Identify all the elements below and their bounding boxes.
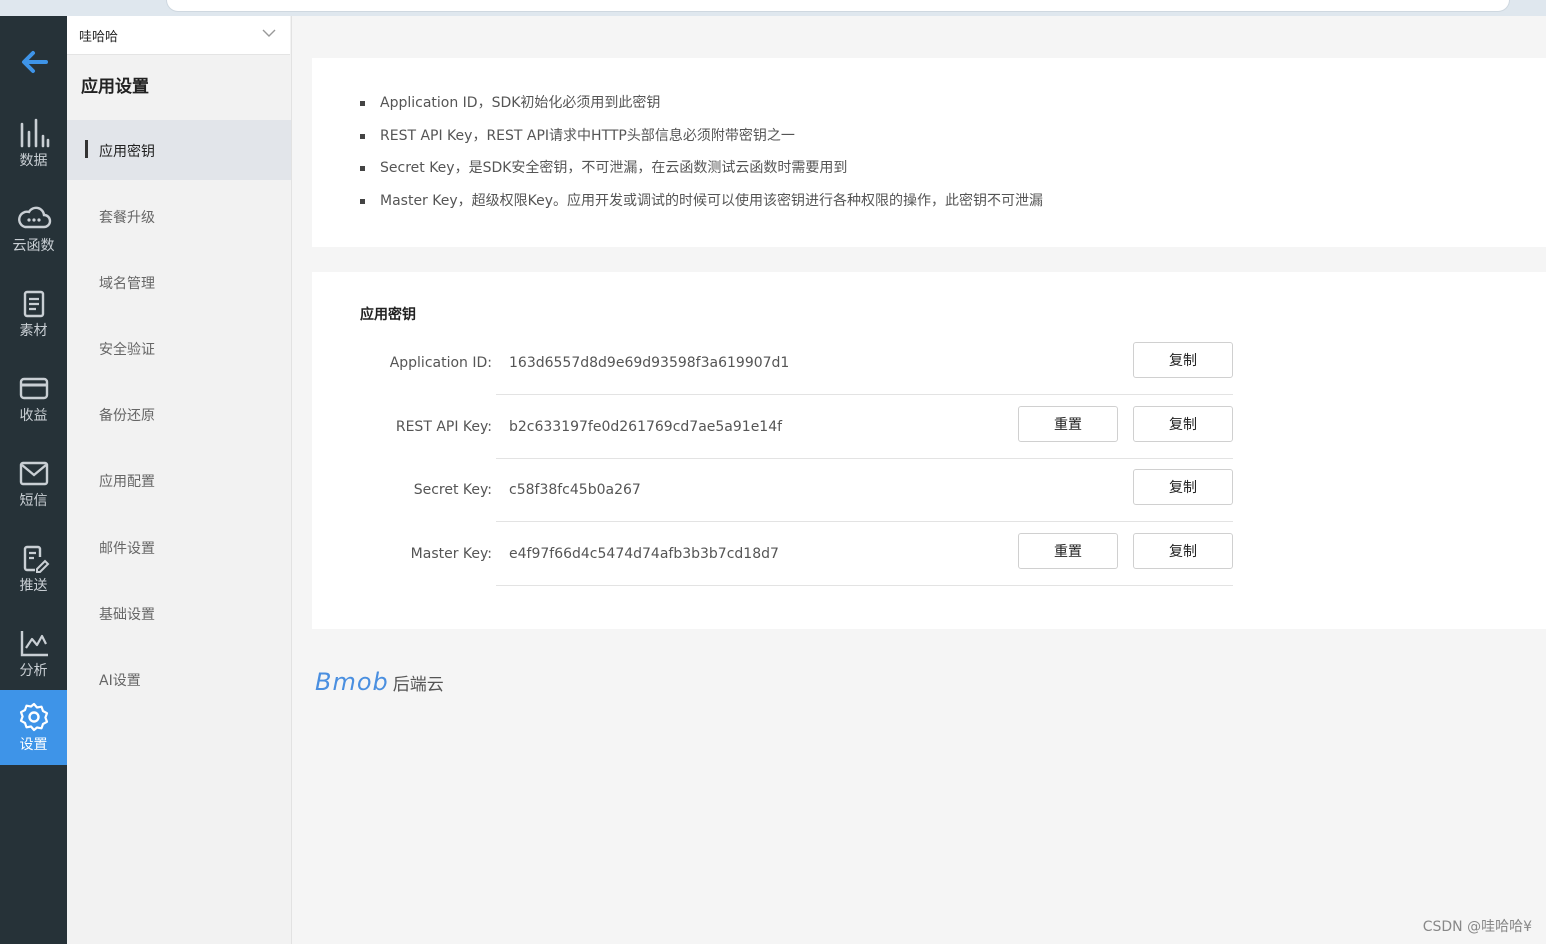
rail-item-data[interactable]: 数据 [0,106,67,181]
key-info-list: Application ID，SDK初始化必须用到此密钥 REST API Ke… [360,92,1043,222]
copy-button[interactable]: 复制 [1133,342,1233,378]
rail-label: 数据 [19,153,48,169]
sidebar-item-plan-upgrade[interactable]: 套餐升级 [67,186,291,246]
rail-label: 分析 [19,663,48,679]
key-row-secret-key: Secret Key: c58f38fc45b0a267 复制 [360,459,1233,522]
key-label: Application ID: [389,355,492,371]
key-row-rest-api-key: REST API Key: b2c633197fe0d261769cd7ae5a… [360,396,1233,459]
copy-button[interactable]: 复制 [1133,533,1233,569]
sidebar-item-label: 基础设置 [99,607,155,623]
sidebar-item-basic[interactable]: 基础设置 [67,583,291,643]
card-icon [19,377,48,400]
copy-button[interactable]: 复制 [1133,406,1233,442]
rail-label: 推送 [19,578,48,594]
rail-label: 设置 [19,737,48,753]
sidebar-item-domain[interactable]: 域名管理 [67,252,291,312]
watermark: CSDN @哇哈哈¥ [1422,919,1532,935]
rail-item-sms[interactable]: 短信 [0,446,67,521]
bar-chart-icon [20,118,49,148]
sidebar-item-label: 域名管理 [99,276,155,292]
chevron-down-icon [262,29,276,37]
rail-item-push[interactable]: 推送 [0,531,67,606]
key-label: Secret Key: [413,482,492,498]
list-item: Master Key，超级权限Key。应用开发或调试的时候可以使用该密钥进行各种… [360,190,1043,223]
sidebar-item-label: 邮件设置 [99,541,155,557]
sidebar-item-label: 备份还原 [99,408,155,424]
logo-text: Bmob [315,668,389,696]
sidebar-item-backup[interactable]: 备份还原 [67,384,291,444]
section-title: 应用密钥 [360,307,416,323]
rail-item-analysis[interactable]: 分析 [0,616,67,691]
key-row-master-key: Master Key: e4f97f66d4c5474d74afb3b3b7cd… [360,523,1233,586]
reset-button[interactable]: 重置 [1018,406,1118,442]
list-item: Application ID，SDK初始化必须用到此密钥 [360,92,1043,125]
divider [496,394,1233,395]
app-selector[interactable]: 哇哈哈 [67,16,290,55]
cloud-icon [17,206,51,229]
sidebar-item-email[interactable]: 邮件设置 [67,517,291,577]
gear-icon [19,702,48,732]
sidebar-title: 应用设置 [81,77,149,97]
back-arrow-icon[interactable] [0,42,67,82]
key-info-card: Application ID，SDK初始化必须用到此密钥 REST API Ke… [312,58,1546,247]
edit-doc-icon [23,545,49,573]
sidebar-item-label: AI设置 [99,673,141,689]
sidebar-item-label: 安全验证 [99,342,155,358]
key-value[interactable]: b2c633197fe0d261769cd7ae5a91e14f [509,396,782,459]
icon-rail: 数据 云函数 素材 收益 短信 推送 分析 设置 [0,16,67,944]
rail-label: 云函数 [12,238,55,254]
key-value[interactable]: c58f38fc45b0a267 [509,459,641,522]
rail-item-revenue[interactable]: 收益 [0,361,67,436]
rail-label: 短信 [19,493,48,509]
sidebar-item-ai[interactable]: AI设置 [67,649,291,709]
sidebar-item-label: 套餐升级 [99,210,155,226]
rail-label: 收益 [19,408,48,424]
key-value[interactable]: 163d6557d8d9e69d93598f3a619907d1 [509,332,789,395]
key-value[interactable]: e4f97f66d4c5474d74afb3b3b7cd18d7 [509,523,779,586]
rail-label: 素材 [19,323,48,339]
list-item: REST API Key，REST API请求中HTTP头部信息必须附带密钥之一 [360,125,1043,158]
reset-button[interactable]: 重置 [1018,533,1118,569]
divider [496,521,1233,522]
key-label: REST API Key: [395,419,492,435]
key-row-application-id: Application ID: 163d6557d8d9e69d93598f3a… [360,332,1233,395]
address-bar[interactable] [166,0,1510,12]
app-keys-card: 应用密钥 Application ID: 163d6557d8d9e69d935… [312,272,1546,629]
key-label: Master Key: [410,546,492,562]
settings-sidebar: 哇哈哈 应用设置 应用密钥 套餐升级 域名管理 安全验证 备份还原 应用配置 邮… [67,16,292,944]
sidebar-item-app-keys[interactable]: 应用密钥 [67,120,291,180]
active-indicator [85,140,88,158]
rail-item-settings[interactable]: 设置 [0,690,67,765]
browser-top-strip [0,0,1546,16]
divider [496,585,1233,586]
logo-suffix: 后端云 [392,674,444,695]
line-chart-icon [20,631,48,657]
rail-item-cloud-function[interactable]: 云函数 [0,191,67,266]
app-name: 哇哈哈 [79,30,119,45]
copy-button[interactable]: 复制 [1133,469,1233,505]
sidebar-item-app-config[interactable]: 应用配置 [67,450,291,510]
sidebar-item-label: 应用密钥 [99,144,155,160]
sidebar-item-security[interactable]: 安全验证 [67,318,291,378]
bmob-logo: Bmob 后端云 [315,668,444,696]
document-icon [23,290,44,318]
list-item: Secret Key，是SDK安全密钥，不可泄漏，在云函数测试云函数时需要用到 [360,157,1043,190]
mail-icon [19,461,48,486]
sidebar-item-label: 应用配置 [99,474,155,490]
rail-item-material[interactable]: 素材 [0,276,67,351]
